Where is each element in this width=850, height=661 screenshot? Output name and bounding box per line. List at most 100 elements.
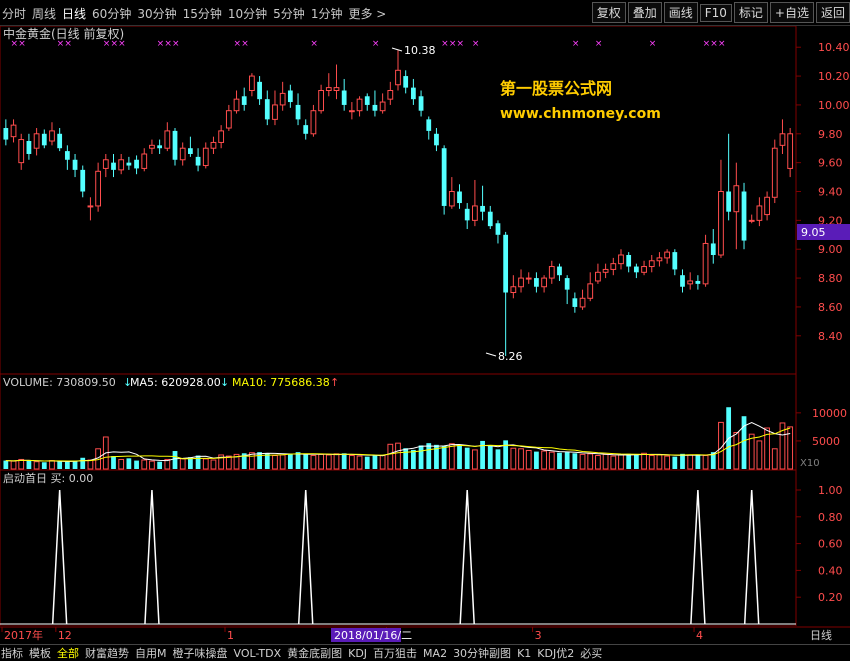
volume-bar xyxy=(80,457,86,469)
candle xyxy=(87,197,94,221)
candle-body xyxy=(257,81,262,100)
candle-body xyxy=(648,260,655,268)
period-tab-4[interactable]: 30分钟 xyxy=(137,7,176,21)
indicator-tab-11[interactable]: 30分钟副图 xyxy=(452,647,512,660)
candle xyxy=(756,197,763,227)
price-tick-label: 9.40 xyxy=(818,186,843,199)
candle xyxy=(379,93,386,114)
period-tab-5[interactable]: 15分钟 xyxy=(183,7,222,21)
volume-bar xyxy=(333,453,340,470)
candle xyxy=(325,73,332,97)
indicator-tab-7[interactable]: 黄金底副图 xyxy=(286,647,343,660)
candle xyxy=(534,272,539,293)
signal-x-marker: × xyxy=(703,39,711,49)
tool-button-5[interactable]: +自选 xyxy=(769,2,814,23)
tool-button-6[interactable]: 返回 xyxy=(815,2,850,23)
candle-body xyxy=(541,277,547,288)
candle-body xyxy=(225,110,232,129)
chart-area[interactable]: 中金黄金(日线 前复权) × × × × × × × × × × × × × × × × × × × × × × × × 10… xyxy=(0,26,850,644)
volume-bar xyxy=(426,443,432,469)
volume-bar xyxy=(534,451,539,469)
signal-title: 启动首日 买: 0.00 xyxy=(3,471,93,485)
time-tick-label: 1 xyxy=(227,629,234,642)
volume-bar xyxy=(64,461,70,469)
period-tab-9[interactable]: 更多 > xyxy=(348,7,386,21)
signal-tick-label: 0.40 xyxy=(818,564,843,577)
period-tab-0[interactable]: 分时 xyxy=(2,7,26,21)
candle-body xyxy=(726,191,732,212)
tool-button-1[interactable]: 叠加 xyxy=(627,2,662,23)
candle-body xyxy=(295,104,301,120)
volume-bar xyxy=(310,455,317,470)
candle xyxy=(318,84,324,114)
volume-bar xyxy=(157,461,163,469)
candle xyxy=(80,165,86,198)
period-tab-7[interactable]: 5分钟 xyxy=(273,7,305,21)
candle-body xyxy=(164,130,171,149)
candle-body xyxy=(656,257,663,262)
candle-body xyxy=(710,243,716,255)
candle-body xyxy=(387,90,394,100)
period-tab-8[interactable]: 1分钟 xyxy=(311,7,343,21)
signal-x-marker: × xyxy=(157,39,165,49)
period-tab-2[interactable]: 日线 xyxy=(62,7,86,21)
candle-body xyxy=(341,90,347,105)
candle xyxy=(341,78,347,111)
volume-bar xyxy=(210,459,217,470)
volume-bar xyxy=(3,460,9,469)
candle-body xyxy=(249,75,255,92)
tool-button-3[interactable]: F10 xyxy=(699,4,732,22)
candle xyxy=(434,128,439,152)
signal-spike xyxy=(459,489,475,625)
indicator-tab-12[interactable]: K1 xyxy=(516,647,532,660)
candle-body xyxy=(572,298,578,307)
indicator-tab-14[interactable]: 必买 xyxy=(579,647,603,660)
volume-bar xyxy=(41,462,47,469)
candle-body xyxy=(348,110,355,113)
indicator-tab-3[interactable]: 财富趋势 xyxy=(84,647,130,660)
indicator-tab-6[interactable]: VOL-TDX xyxy=(233,647,283,660)
volume-bar xyxy=(441,445,447,469)
indicator-tab-10[interactable]: MA2 xyxy=(422,647,448,660)
high-marker: 10.38 xyxy=(391,44,436,57)
candle xyxy=(134,155,139,175)
price-tick-label: 9.00 xyxy=(818,243,843,256)
candle xyxy=(188,136,193,157)
candle xyxy=(118,153,125,175)
candle xyxy=(733,162,740,250)
candle xyxy=(41,129,47,149)
indicator-tab-1[interactable]: 模板 xyxy=(28,647,52,660)
candle-body xyxy=(618,254,624,265)
indicator-tab-2[interactable]: 全部 xyxy=(56,647,80,660)
candle-body xyxy=(787,133,794,169)
time-axis-right-label[interactable]: 日线 xyxy=(810,628,832,642)
ma5-arrow-icon: ↓ xyxy=(220,376,229,389)
candle xyxy=(771,139,778,204)
period-tab-1[interactable]: 周线 xyxy=(32,7,56,21)
volume-bar xyxy=(741,416,747,469)
volume-bar xyxy=(134,460,139,469)
time-tick-label: 4 xyxy=(696,629,703,642)
tool-button-0[interactable]: 复权 xyxy=(591,2,626,23)
indicator-tab-4[interactable]: 自用M xyxy=(134,647,168,660)
candle-body xyxy=(325,87,332,92)
indicator-tab-5[interactable]: 橙子味操盘 xyxy=(172,647,229,660)
cursor-date: 2018/01/16/二 xyxy=(334,629,412,642)
candle xyxy=(111,153,116,178)
volume-bar xyxy=(548,451,555,470)
signal-spike xyxy=(743,489,760,625)
indicator-tab-8[interactable]: KDJ xyxy=(347,647,368,660)
tool-button-4[interactable]: 标记 xyxy=(733,2,768,23)
signal-tick-label: 1.00 xyxy=(818,484,843,497)
period-tab-6[interactable]: 10分钟 xyxy=(228,7,267,21)
indicator-tab-13[interactable]: KDJ优2 xyxy=(536,647,575,660)
indicator-tab-9[interactable]: 百万狙击 xyxy=(372,647,418,660)
candle-body xyxy=(487,211,493,227)
period-tab-3[interactable]: 60分钟 xyxy=(92,7,131,21)
volume-bar xyxy=(249,452,255,470)
indicator-tab-0[interactable]: 指标 xyxy=(0,647,24,660)
volume-bar xyxy=(295,452,301,469)
signal-x-marker: × xyxy=(118,39,126,49)
tool-button-2[interactable]: 画线 xyxy=(663,2,698,23)
candle-body xyxy=(680,275,685,287)
